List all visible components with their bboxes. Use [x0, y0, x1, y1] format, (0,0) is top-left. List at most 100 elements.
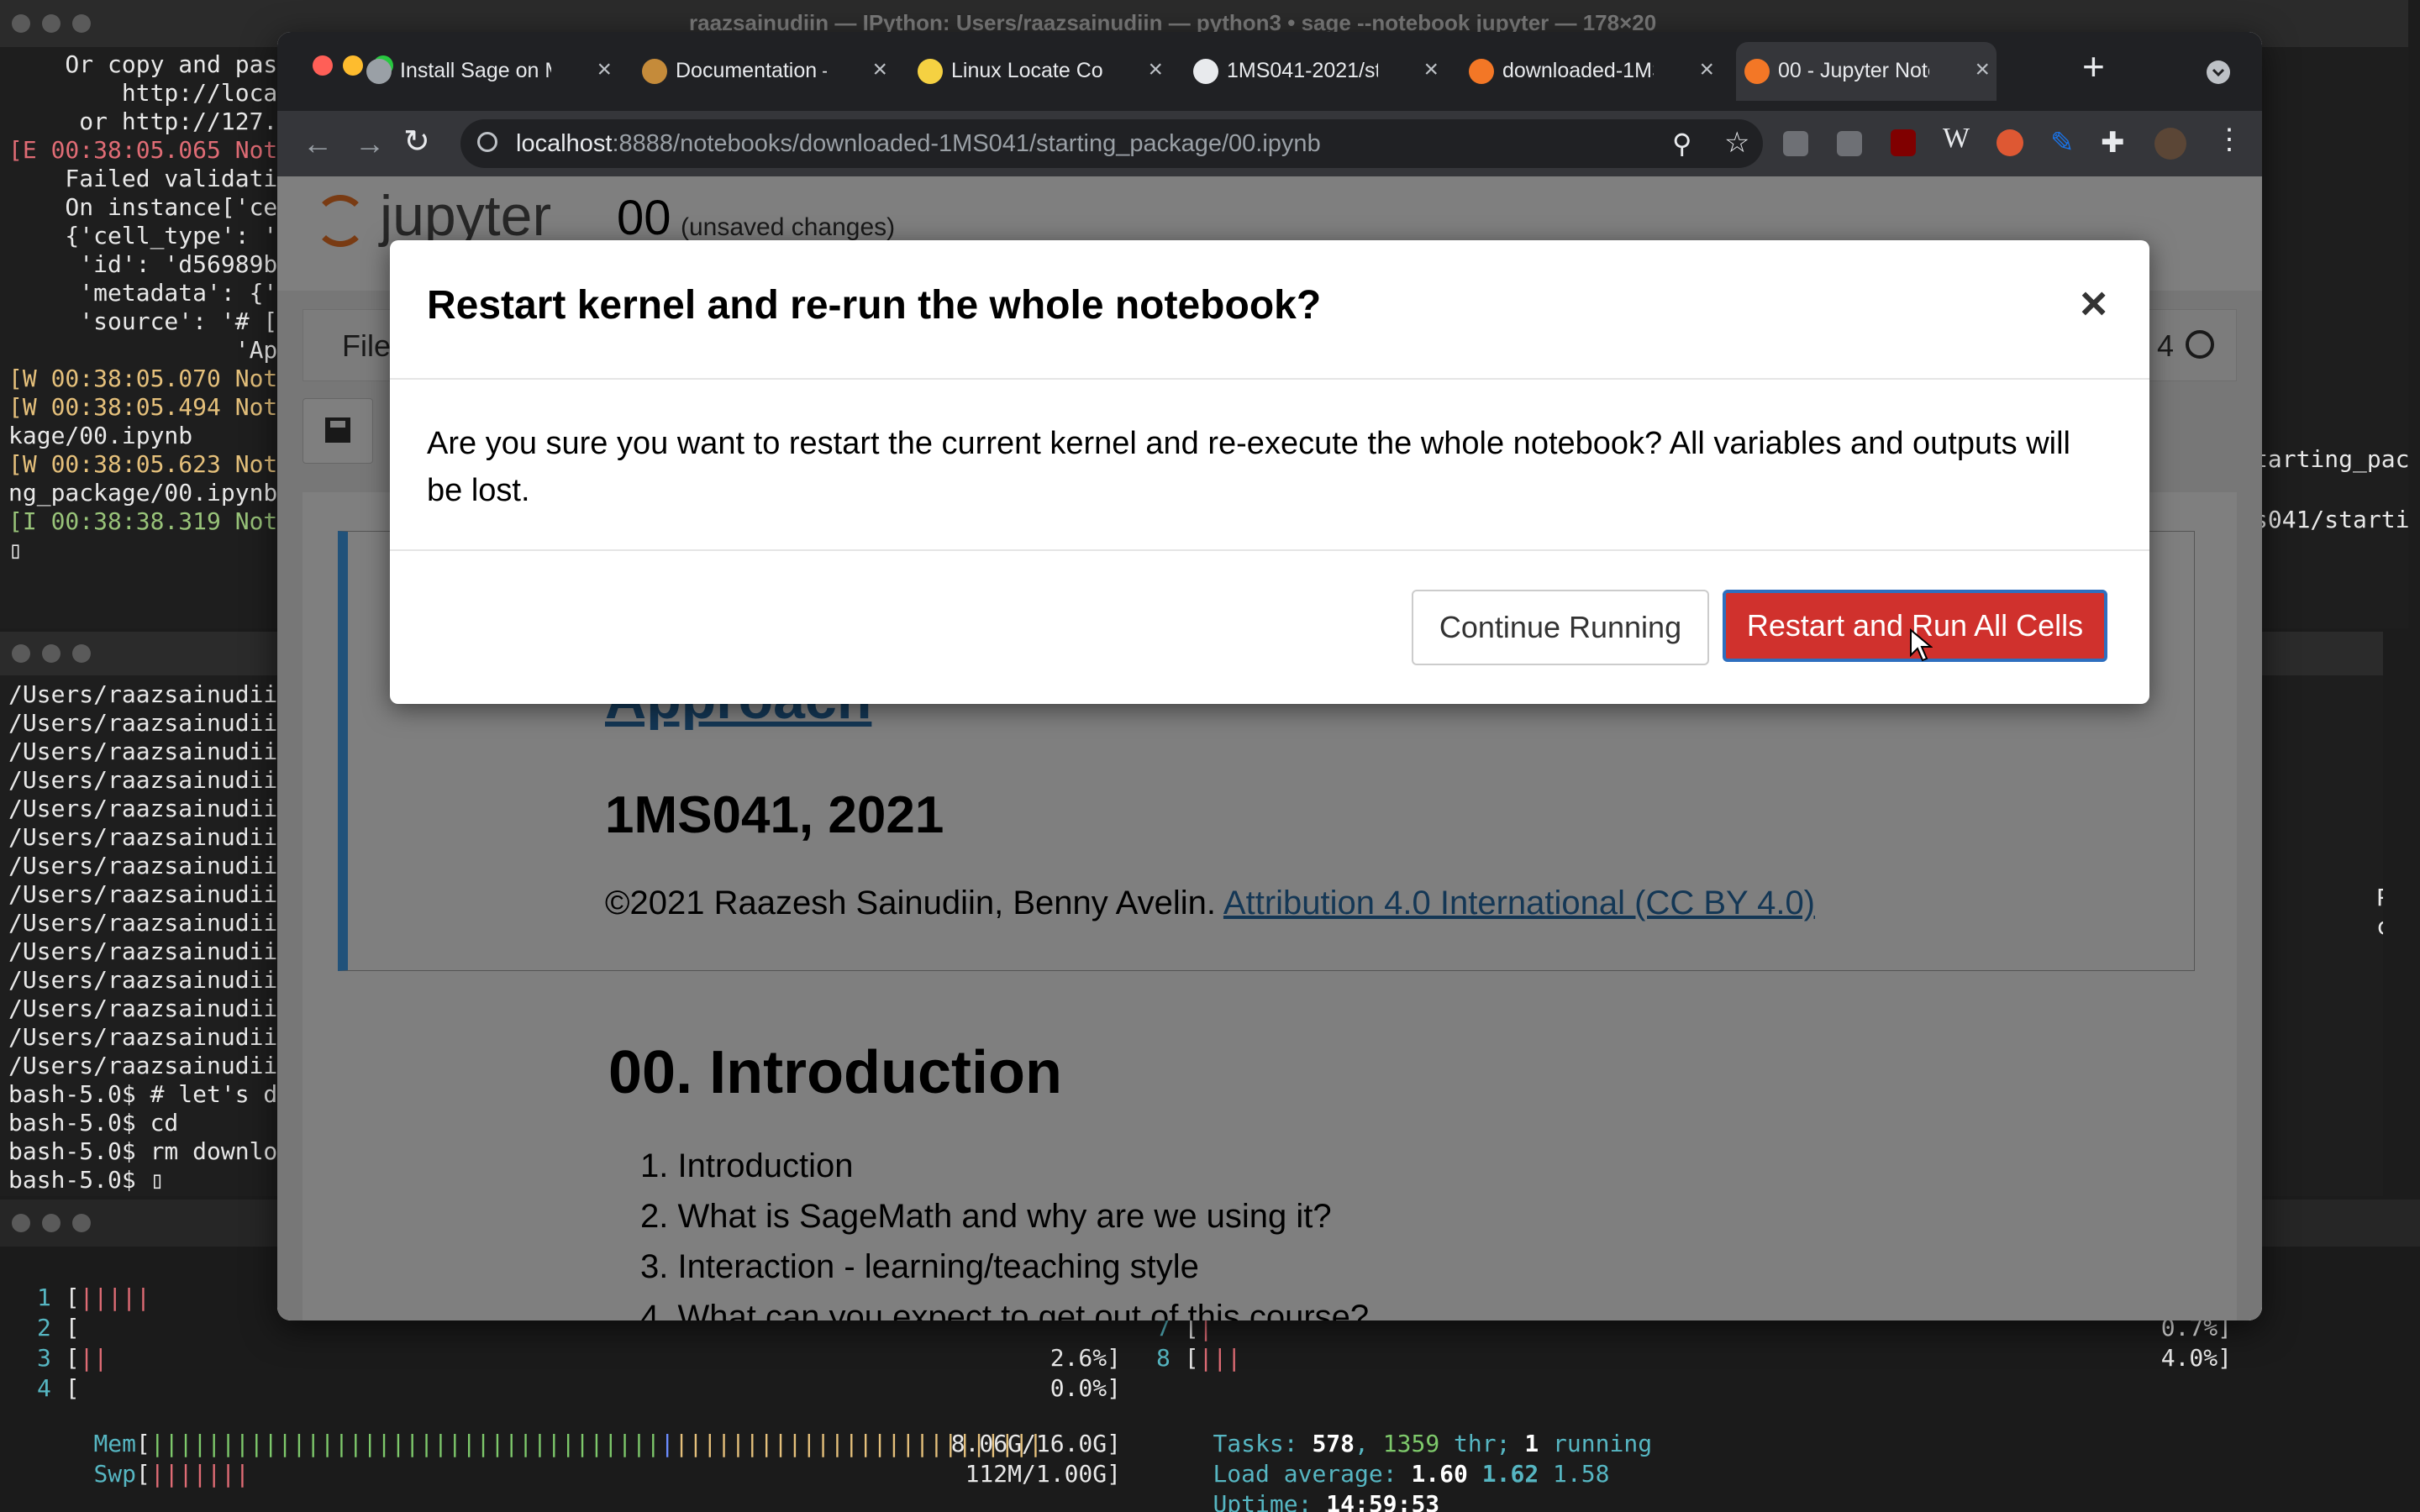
minimize-dot-icon[interactable]: [42, 644, 60, 663]
zoom-dot-icon[interactable]: [72, 1214, 91, 1232]
tab-strip: Install Sage on M × Documentation – × Linux …: [277, 32, 2262, 111]
favicon-icon: [1744, 59, 1770, 84]
browser-tab[interactable]: Documentation – ×: [634, 42, 894, 101]
tab-label: 00 - Jupyter Note: [1778, 59, 1929, 82]
terminal-line: 'source': '# [I: [8, 307, 292, 335]
terminal-line: /Users/raazsainudiin: [8, 966, 292, 994]
terminal-line: http://local: [8, 79, 292, 107]
terminal-line: 'metadata': {'d: [8, 279, 292, 307]
terminal-line: /Users/raazsainudiin: [8, 823, 292, 851]
tab-label: Install Sage on M: [400, 59, 551, 82]
terminal-line: /Users/raazsainudiin: [8, 766, 292, 794]
favicon-icon: [642, 59, 667, 84]
close-icon[interactable]: ×: [2080, 276, 2107, 330]
terminal-line: [W 00:38:05.070 Note: [8, 365, 292, 392]
duckduckgo-icon[interactable]: [1996, 129, 2023, 156]
tab-close-icon[interactable]: ×: [872, 55, 887, 84]
tab-label: Documentation –: [676, 59, 827, 82]
dialog-title: Restart kernel and re-run the whole note…: [427, 283, 1322, 328]
terminal-line: /Users/raazsainudiin: [8, 1023, 292, 1051]
minimize-dot-icon[interactable]: [42, 1214, 60, 1232]
site-info-icon[interactable]: [477, 132, 497, 152]
browser-tab[interactable]: Install Sage on M ×: [358, 42, 618, 101]
tab-label: Linux Locate Co: [951, 59, 1102, 82]
dialog-divider: [390, 549, 2149, 551]
bookmark-star-icon[interactable]: ☆: [1724, 126, 1749, 160]
htop-cpu-meter: 4 [0.0%]: [37, 1374, 1121, 1402]
terminal-line: [I 00:38:38.319 Note: [8, 507, 292, 535]
htop-cpu-meter: 8 [||| 4.0%]: [1156, 1344, 2232, 1372]
zoom-dot-icon[interactable]: [72, 14, 91, 33]
url-text[interactable]: localhost:8888/notebooks/downloaded-1MS0…: [516, 130, 1321, 158]
chrome-menu-icon[interactable]: ⋮: [2215, 123, 2244, 156]
close-dot-icon[interactable]: [12, 14, 30, 33]
terminal-line: [W 00:38:05.623 Note: [8, 450, 292, 478]
terminal-line: /Users/raazsainudiin: [8, 709, 292, 737]
extension-icon-1[interactable]: [1783, 131, 1808, 156]
terminal-line: /Users/raazsainudiin: [8, 880, 292, 908]
terminal-output: Or copy and pasta http://local or http:/…: [8, 50, 307, 564]
terminal-line: bash-5.0$ ▯: [8, 1166, 165, 1194]
terminal-line: bash-5.0$ cd: [8, 1109, 179, 1137]
minimize-dot-icon[interactable]: [42, 14, 60, 33]
tab-close-icon[interactable]: ×: [1975, 55, 1990, 84]
terminal-line: s041/starti: [2254, 506, 2408, 533]
profile-avatar[interactable]: [2154, 128, 2186, 160]
pen-extension-icon[interactable]: ✎: [2050, 126, 2075, 160]
close-window-icon[interactable]: [313, 55, 333, 76]
terminal-line: /Users/raazsainudiin: [8, 795, 292, 822]
terminal-line: ▯: [8, 536, 23, 564]
terminal-line: or http://127.0: [8, 108, 292, 135]
terminal-line: tarting_pac: [2254, 445, 2408, 473]
address-bar[interactable]: localhost:8888/notebooks/downloaded-1MS0…: [460, 119, 1763, 168]
browser-window: Install Sage on M × Documentation – × Linux …: [277, 32, 2262, 1320]
reload-icon[interactable]: ↻: [403, 123, 430, 160]
extension-icon-2[interactable]: [1837, 131, 1862, 156]
back-icon[interactable]: ←: [302, 126, 333, 161]
new-tab-button[interactable]: +: [2082, 44, 2105, 89]
favicon-icon: [1193, 59, 1218, 84]
browser-toolbar: ← → ↻ localhost:8888/notebooks/downloade…: [277, 111, 2262, 176]
terminal-line: /Users/raazsainudiin: [8, 937, 292, 965]
dialog-body: Are you sure you want to restart the cur…: [427, 426, 2070, 508]
terminal-line: /Users/raazsainudiin: [8, 995, 292, 1022]
browser-tab[interactable]: Linux Locate Co ×: [909, 42, 1170, 101]
tab-label: 1MS041-2021/sta: [1227, 59, 1378, 82]
tab-close-icon[interactable]: ×: [1148, 55, 1163, 84]
restart-dialog: Restart kernel and re-run the whole note…: [390, 240, 2149, 704]
forward-icon[interactable]: →: [355, 126, 385, 161]
browser-tab[interactable]: 1MS041-2021/sta ×: [1185, 42, 1445, 101]
favicon-icon: [366, 59, 392, 84]
wikipedia-icon[interactable]: W: [1943, 123, 1970, 155]
terminal-line: /Users/raazsainudiin: [8, 909, 292, 937]
tab-close-icon[interactable]: ×: [1423, 55, 1439, 84]
tab-search-icon[interactable]: [2207, 60, 2230, 84]
close-dot-icon[interactable]: [12, 644, 30, 663]
extensions-puzzle-icon[interactable]: ✚: [2101, 126, 2125, 160]
terminal-line: /Users/raazsainudiin: [8, 1052, 292, 1079]
browser-tab[interactable]: 00 - Jupyter Note ×: [1736, 42, 1996, 101]
favicon-icon: [918, 59, 943, 84]
terminal-line: On instance['cel: [8, 193, 292, 221]
mouse-cursor-icon: [1909, 627, 1933, 666]
tab-close-icon[interactable]: ×: [597, 55, 612, 84]
close-dot-icon[interactable]: [12, 1214, 30, 1232]
favicon-icon: [1469, 59, 1494, 84]
terminal-line: /Users/raazsainudiin: [8, 738, 292, 765]
terminal-line: ng_package/00.ipynb: [8, 479, 278, 507]
zoom-icon[interactable]: ⚲: [1672, 128, 1691, 160]
terminal-line: [W 00:38:05.494 Note: [8, 393, 292, 421]
htop-cpu-meter: 3 [|| 2.6%]: [37, 1344, 1121, 1372]
ublock-icon[interactable]: [1891, 129, 1916, 156]
zoom-dot-icon[interactable]: [72, 644, 91, 663]
continue-running-button[interactable]: Continue Running: [1412, 590, 1709, 665]
terminal-line: Or copy and pasta: [8, 50, 307, 78]
terminal-line: /Users/raazsainudiin: [8, 680, 292, 708]
htop-uptime: Uptime: 14:59:53: [1213, 1490, 1440, 1512]
terminal-line: 'id': 'd56989bb: [8, 250, 292, 278]
tab-close-icon[interactable]: ×: [1699, 55, 1714, 84]
terminal-line: bash-5.0$ # let's do: [8, 1080, 292, 1108]
terminal-line: /Users/raazsainudiin: [8, 852, 292, 879]
browser-tab[interactable]: downloaded-1MS ×: [1460, 42, 1721, 101]
terminal-line: [E 00:38:05.065 Note: [8, 136, 292, 164]
